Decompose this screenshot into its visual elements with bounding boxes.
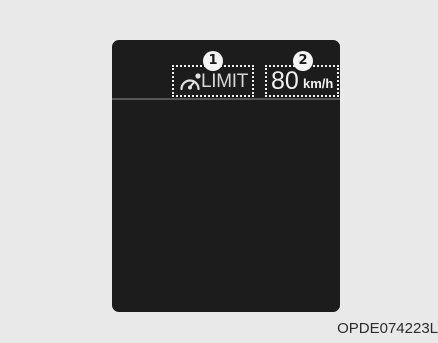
speed-limit-value: 80 xyxy=(271,67,299,95)
speed-unit: km/h xyxy=(303,76,334,91)
limit-label: LIMIT xyxy=(201,71,249,92)
divider xyxy=(112,98,340,100)
callout-marker-1: 1 xyxy=(203,51,223,71)
cluster-display: LIMIT 1 80 km/h 2 xyxy=(112,40,340,312)
callout-marker-2: 2 xyxy=(293,51,313,71)
page: { "display": { "limit_label": "LIMIT", "… xyxy=(0,0,438,343)
speedometer-limit-icon xyxy=(180,73,201,91)
figure-code: OPDE074223L xyxy=(337,320,438,337)
